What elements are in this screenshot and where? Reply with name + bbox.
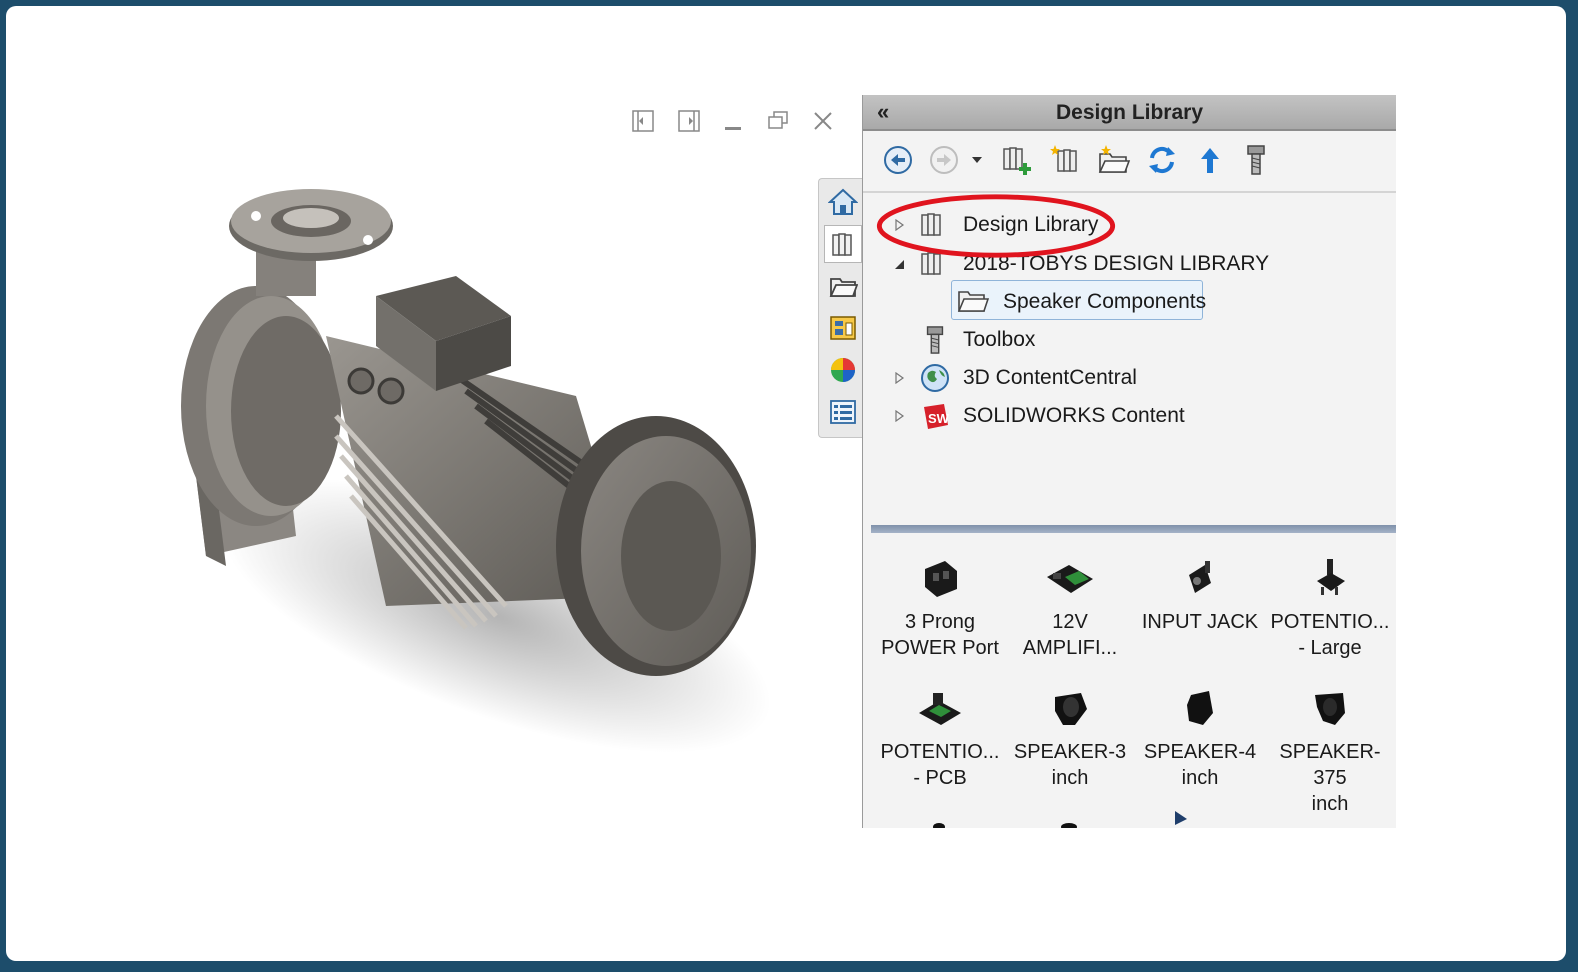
input-jack-icon [1189,561,1211,593]
speaker-4-inch-icon [1187,691,1213,725]
up-one-level-icon [1201,148,1219,173]
potentiometer-pcb-icon [919,693,961,725]
component-label: 12V AMPLIFI... [1022,611,1118,659]
dock-left-button[interactable] [628,106,658,136]
task-pane-tabs [818,178,865,438]
refresh-button[interactable] [1143,141,1181,179]
dropdown-icon [972,157,982,163]
speaker-3-inch-icon [1055,693,1087,725]
minimize-button[interactable] [718,106,748,136]
view-palette-icon [830,316,856,340]
back-button[interactable] [879,141,917,179]
library-toolbar [863,131,1396,193]
tab-appearances[interactable] [824,351,862,389]
minimize-icon [725,127,741,130]
component-item[interactable]: POTENTIO... - Large [1265,543,1395,663]
solidworks-icon: SW [919,400,951,432]
power-port-icon [925,561,957,597]
add-file-location-icon [1050,145,1077,172]
component-label: POTENTIO... - PCB [880,741,1000,789]
globe-icon [919,362,951,394]
expand-icon[interactable] [891,370,907,386]
up-one-level-button[interactable] [1191,141,1229,179]
component-item[interactable]: POTENTIO... - PCB [875,673,1005,793]
component-label: INPUT JACK [1141,611,1259,633]
create-folder-button[interactable] [1095,141,1133,179]
svg-text:SW: SW [928,411,950,426]
component-item[interactable]: SPEAKER-375 inch [1265,673,1395,815]
refresh-icon [1149,146,1175,174]
close-icon [814,112,832,130]
toolbox-icon [1247,145,1265,175]
design-library-panel: « Design Library Design Library 2018-TOB… [862,95,1396,828]
component-item[interactable]: 12V AMPLIFI... [1005,543,1135,663]
component-item[interactable]: SPEAKER-4 inch [1135,673,1265,793]
tab-view-palette[interactable] [824,309,862,347]
dock-right-button[interactable] [674,106,704,136]
screenshot-frame: « Design Library Design Library 2018-TOB… [6,6,1566,961]
model-viewport[interactable] [136,176,776,776]
speaker-375-inch-icon [1315,693,1345,725]
close-button[interactable] [808,106,838,136]
add-file-location-button[interactable] [1047,141,1085,179]
component-label: POTENTIO... - Large [1270,611,1390,659]
expand-icon[interactable] [891,408,907,424]
component-grid: 3 Prong POWER Port 12V AMPLIFI... INPUT JA [863,543,1396,828]
add-to-library-icon [1003,147,1031,175]
tab-file-explorer[interactable] [824,267,862,305]
library-tree: Design Library 2018-TOBYS DESIGN LIBRARY [863,194,1396,525]
component-label: 3 Prong POWER Port [881,611,999,659]
tree-item-3d-contentcentral[interactable]: 3D ContentCentral [963,366,1137,390]
component-item[interactable]: 3 Prong POWER Port [875,543,1005,663]
component-label: SPEAKER-4 inch [1143,741,1257,789]
component-thumbnail-partial [1059,811,1079,828]
forward-icon [930,146,958,174]
restore-button[interactable] [763,106,793,136]
tab-custom-properties[interactable] [824,393,862,431]
pane-splitter[interactable] [871,525,1396,533]
toolbox-icon [919,324,951,356]
restore-icon [768,111,788,129]
tree-item-speaker-components[interactable]: Speaker Components [1003,290,1206,314]
forward-button[interactable] [925,141,963,179]
panel-header: « Design Library [863,95,1396,131]
dock-left-icon [632,110,654,132]
home-icon [828,188,858,215]
potentiometer-large-icon [1317,559,1345,595]
annotation-ellipse [876,194,1116,258]
tree-item-solidworks-content[interactable]: SOLIDWORKS Content [963,404,1185,428]
component-label: SPEAKER-3 inch [1013,741,1127,789]
component-item[interactable]: SPEAKER-3 inch [1005,673,1135,793]
custom-properties-icon [830,400,856,424]
history-dropdown[interactable] [967,141,987,179]
dock-right-icon [678,110,700,132]
folder-icon [957,285,989,317]
component-thumbnail-partial [929,811,949,828]
file-explorer-icon [829,278,858,297]
pump-motor-model [181,189,771,753]
back-icon [884,146,912,174]
component-item[interactable]: INPUT JACK [1135,543,1265,663]
toolbox-button[interactable] [1237,141,1275,179]
component-label: SPEAKER-375 inch [1279,741,1381,815]
component-thumbnail-partial [1171,805,1191,825]
add-to-library-button[interactable] [997,141,1035,179]
design-library-icon [832,233,852,256]
panel-title: Design Library [1055,101,1204,124]
tab-design-library[interactable] [824,225,862,263]
create-folder-icon [1098,145,1131,173]
tree-item-toolbox[interactable]: Toolbox [963,328,1035,352]
tab-home[interactable] [824,183,862,221]
appearances-icon [831,358,855,382]
amplifier-icon [1047,565,1093,593]
